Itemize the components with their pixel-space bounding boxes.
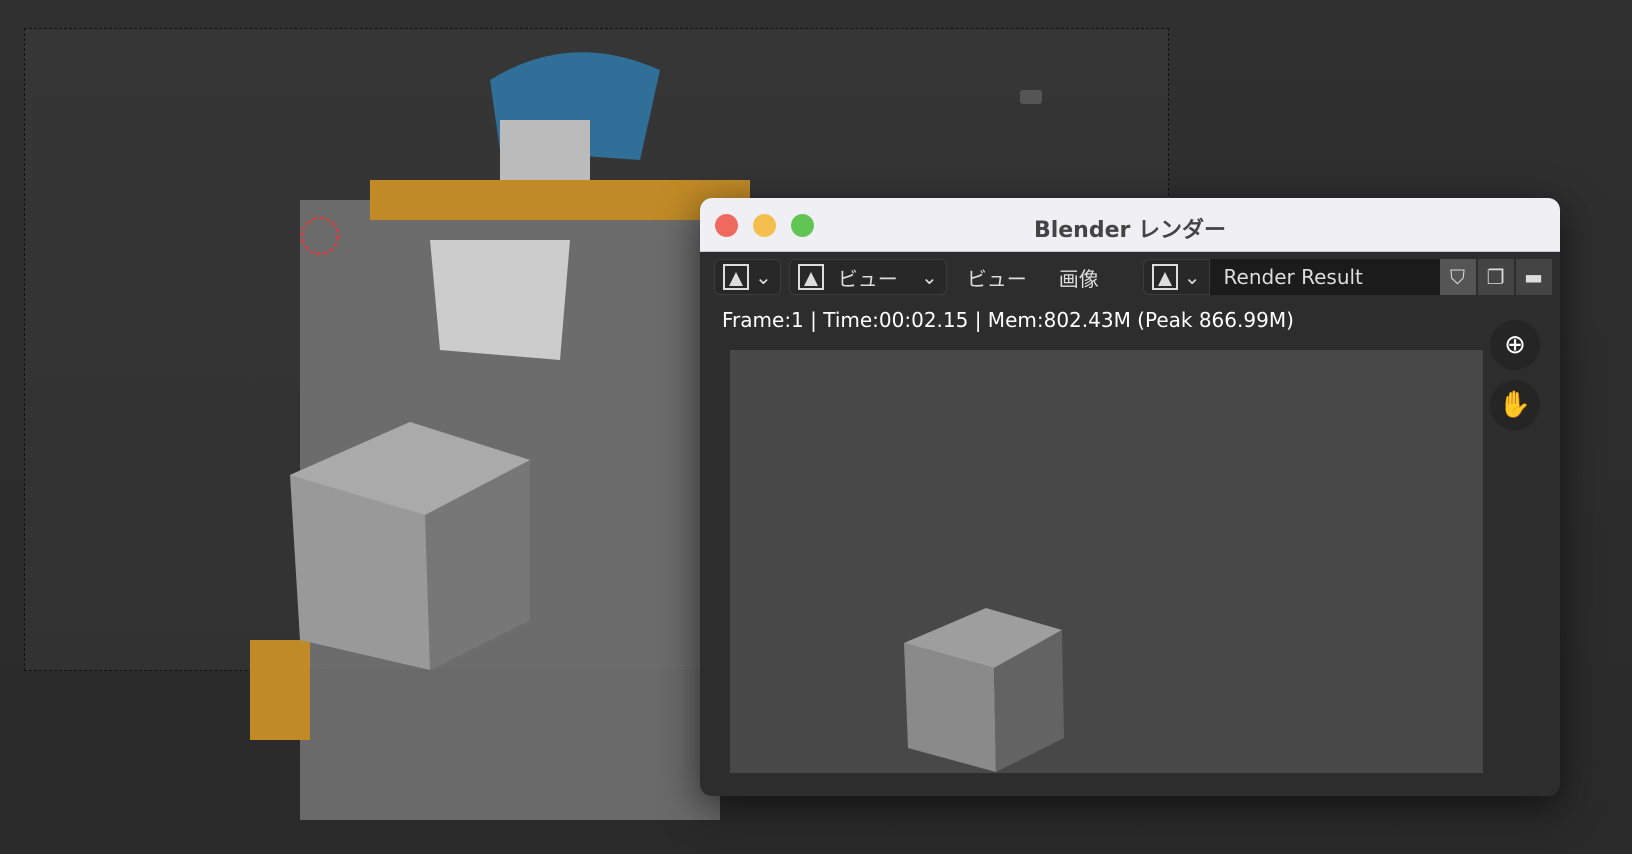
image-name: Render Result bbox=[1223, 265, 1363, 289]
image-name-field[interactable]: Render Result bbox=[1209, 259, 1440, 295]
view-mode-label: ビュー bbox=[837, 266, 898, 291]
chevron-down-icon: ⌄ bbox=[1183, 265, 1201, 289]
render-window: Blender レンダー ⌄ ビュー ⌄ ビュー 画像 ⌄ Render Resu… bbox=[700, 198, 1560, 796]
open-folder-icon[interactable]: ▬ bbox=[1515, 259, 1552, 295]
chevron-down-icon: ⌄ bbox=[921, 265, 938, 289]
zoom-in-icon[interactable]: ⊕ bbox=[1490, 320, 1540, 370]
duplicate-icon[interactable]: ❐ bbox=[1477, 259, 1514, 295]
fake-user-shield-icon[interactable]: ⛉ bbox=[1439, 259, 1476, 295]
image-icon bbox=[797, 264, 824, 290]
window-title: Blender レンダー bbox=[1033, 218, 1227, 243]
render-result-image[interactable] bbox=[730, 350, 1483, 773]
editor-type-button[interactable]: ⌄ bbox=[714, 259, 781, 295]
view-menu[interactable]: ビュー bbox=[955, 263, 1039, 292]
hand-icon[interactable]: ✋ bbox=[1490, 380, 1540, 430]
browse-image-button[interactable]: ⌄ bbox=[1142, 259, 1210, 295]
title-bar[interactable]: Blender レンダー bbox=[700, 198, 1560, 252]
chevron-down-icon: ⌄ bbox=[755, 265, 772, 289]
toolbar: ⌄ ビュー ⌄ ビュー 画像 ⌄ Render Result ⛉ ❐ ▬ bbox=[714, 258, 1560, 296]
image-menu[interactable]: 画像 bbox=[1047, 263, 1111, 292]
image-icon bbox=[1151, 264, 1178, 290]
image-editor-icon bbox=[723, 264, 749, 290]
render-status: Frame:1 | Time:00:02.15 | Mem:802.43M (P… bbox=[722, 308, 1294, 332]
view-mode-dropdown[interactable]: ビュー ⌄ bbox=[788, 259, 947, 295]
rendered-cube bbox=[904, 608, 1064, 772]
